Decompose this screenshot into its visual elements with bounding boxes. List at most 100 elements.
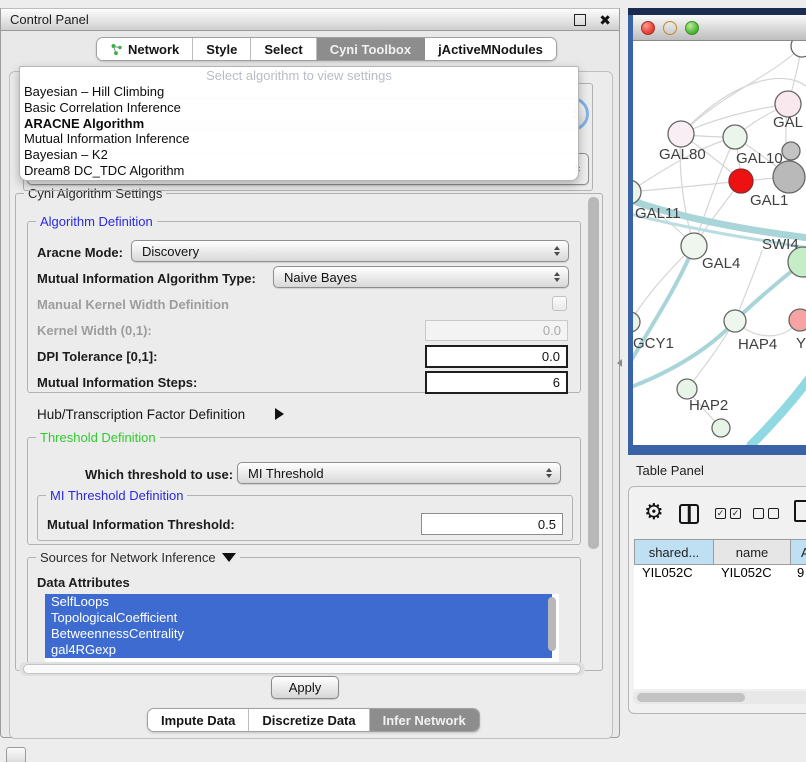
column-header-partial[interactable]: A (790, 539, 806, 565)
unchecked-checkbox-icon[interactable] (753, 508, 764, 519)
network-node[interactable] (668, 121, 694, 147)
file-icon[interactable] (794, 500, 806, 522)
attribute-item[interactable]: TopologicalCoefficient (45, 610, 552, 626)
tab-select[interactable]: Select (251, 38, 316, 60)
close-panel-icon[interactable]: ✖ (599, 10, 611, 30)
network-node-selected[interactable] (729, 169, 753, 193)
tab-style[interactable]: Style (193, 38, 251, 60)
close-window-button[interactable] (641, 21, 655, 35)
zoom-window-button[interactable] (685, 21, 699, 35)
checked-checkbox-icon[interactable]: ✓ (730, 508, 741, 519)
combo-arrows-icon (546, 468, 552, 478)
network-canvas[interactable]: GAL GAL80 GAL10 GAL1 GAL11 GAL4 SWI4 GCY… (633, 41, 806, 445)
control-panel-tabbar: Network Style Select Cyni Toolbox jActiv… (96, 37, 557, 61)
network-node[interactable] (677, 379, 697, 399)
settings-scrollbar-thumb[interactable] (588, 197, 599, 549)
attribute-item[interactable]: gal4RGexp (45, 642, 552, 658)
tab-infer-network-label: Infer Network (383, 713, 466, 728)
mi-steps-field[interactable] (425, 371, 568, 394)
network-graph[interactable]: GAL GAL80 GAL10 GAL1 GAL11 GAL4 SWI4 GCY… (633, 41, 806, 445)
manual-kernel-checkbox[interactable] (552, 296, 567, 311)
settings-hscrollbar-thumb[interactable] (23, 664, 581, 674)
attributes-scrollbar-thumb[interactable] (548, 597, 556, 651)
dropdown-item[interactable]: Basic Correlation Inference (20, 100, 578, 116)
network-node[interactable] (782, 142, 800, 160)
tab-impute-data[interactable]: Impute Data (148, 709, 249, 731)
mi-threshold-definition-title: MI Threshold Definition (46, 488, 187, 503)
network-node-label: GCY1 (633, 335, 674, 352)
mi-threshold-label: Mutual Information Threshold: (47, 517, 235, 532)
table-hscrollbar-thumb[interactable] (637, 693, 745, 702)
tab-jactivemnodules[interactable]: jActiveMNodules (425, 38, 556, 60)
combo-arrows-icon (554, 272, 560, 282)
tab-discretize-data[interactable]: Discretize Data (249, 709, 369, 731)
network-node-label: SWI4 (762, 236, 799, 253)
network-node[interactable] (789, 309, 806, 331)
tab-cyni-toolbox[interactable]: Cyni Toolbox (317, 38, 425, 60)
network-icon (110, 43, 123, 56)
tab-discretize-data-label: Discretize Data (262, 713, 355, 728)
tab-select-label: Select (264, 42, 302, 57)
unchecked-checkbox-icon[interactable] (768, 508, 779, 519)
which-threshold-combo[interactable]: MI Threshold (237, 462, 561, 484)
column-header-shared[interactable]: shared... (634, 539, 714, 565)
tab-cyni-toolbox-label: Cyni Toolbox (330, 42, 411, 57)
network-node[interactable] (724, 310, 746, 332)
taskbar-icon[interactable] (6, 747, 26, 762)
network-node[interactable] (633, 312, 640, 332)
float-window-icon[interactable] (574, 14, 586, 26)
tab-infer-network[interactable]: Infer Network (370, 709, 479, 731)
algorithm-dropdown-popup: Select algorithm to view settings Bayesi… (19, 66, 579, 181)
network-node-label: GAL11 (635, 205, 681, 222)
bottom-tabbar: Impute Data Discretize Data Infer Networ… (147, 708, 480, 732)
tab-network[interactable]: Network (97, 38, 193, 60)
data-attributes-label: Data Attributes (37, 575, 130, 590)
network-window-titlebar[interactable] (633, 15, 806, 41)
dropdown-item[interactable]: Mutual Information Inference (20, 131, 578, 147)
settings-gear-icon[interactable]: ⚙ (644, 501, 664, 523)
mi-type-combo[interactable]: Naive Bayes (273, 266, 569, 288)
network-node[interactable] (712, 419, 730, 437)
dpi-tolerance-field[interactable] (425, 345, 568, 368)
column-header-label: A (801, 545, 806, 560)
sources-collapse-arrow-icon[interactable] (222, 553, 236, 562)
table-rows: YDL19...YDL19...13 YDR27...YDR27...12 YB… (634, 565, 806, 689)
kernel-width-label: Kernel Width (0,1): (37, 323, 152, 338)
aracne-mode-combo[interactable]: Discovery (131, 240, 569, 262)
table-row[interactable]: YIL052CYIL052C9 (634, 565, 806, 581)
sources-group-title: Sources for Network Inference (36, 550, 240, 565)
mi-threshold-field[interactable] (421, 513, 563, 535)
aracne-mode-value: Discovery (142, 244, 199, 259)
dropdown-item-selected[interactable]: ARACNE Algorithm (20, 116, 578, 132)
hub-definition-label[interactable]: Hub/Transcription Factor Definition (37, 407, 245, 422)
attribute-item[interactable]: SelfLoops (45, 594, 552, 610)
network-node-label: GAL80 (659, 146, 706, 163)
network-node[interactable] (723, 125, 747, 149)
checked-checkbox-icon[interactable]: ✓ (715, 508, 726, 519)
control-panel-titlebar[interactable]: Control Panel ✖ (1, 9, 619, 31)
kernel-width-field[interactable] (425, 320, 568, 341)
splitter-collapse-arrow[interactable] (617, 359, 622, 367)
hub-expand-arrow-icon[interactable] (275, 408, 284, 420)
column-layout-icon[interactable] (679, 504, 699, 524)
minimize-window-button[interactable] (663, 21, 677, 35)
column-header-label: name (736, 545, 769, 560)
network-view-window: GAL GAL80 GAL10 GAL1 GAL11 GAL4 SWI4 GCY… (628, 8, 806, 455)
column-header-name[interactable]: name (713, 539, 791, 565)
screen: Control Panel ✖ Network Style Select (0, 0, 806, 762)
dropdown-prompt: Select algorithm to view settings (20, 68, 578, 84)
attribute-item[interactable]: BetweennessCentrality (45, 626, 552, 642)
network-window-top-border (628, 8, 806, 15)
control-panel-window: Control Panel ✖ Network Style Select (0, 8, 620, 738)
network-node-label: HAP4 (738, 336, 777, 353)
dpi-tolerance-label: DPI Tolerance [0,1]: (37, 349, 157, 364)
apply-button[interactable]: Apply (271, 676, 339, 699)
data-attributes-list: SelfLoops TopologicalCoefficient Between… (45, 594, 559, 663)
dropdown-item[interactable]: Bayesian – Hill Climbing (20, 84, 578, 100)
network-node-label: GAL1 (750, 192, 788, 209)
network-node-label: Y (796, 335, 806, 352)
tab-impute-data-label: Impute Data (161, 713, 235, 728)
dropdown-item[interactable]: Dream8 DC_TDC Algorithm (20, 163, 578, 179)
dropdown-item[interactable]: Bayesian – K2 (20, 147, 578, 163)
network-node-label: GAL (773, 114, 803, 131)
